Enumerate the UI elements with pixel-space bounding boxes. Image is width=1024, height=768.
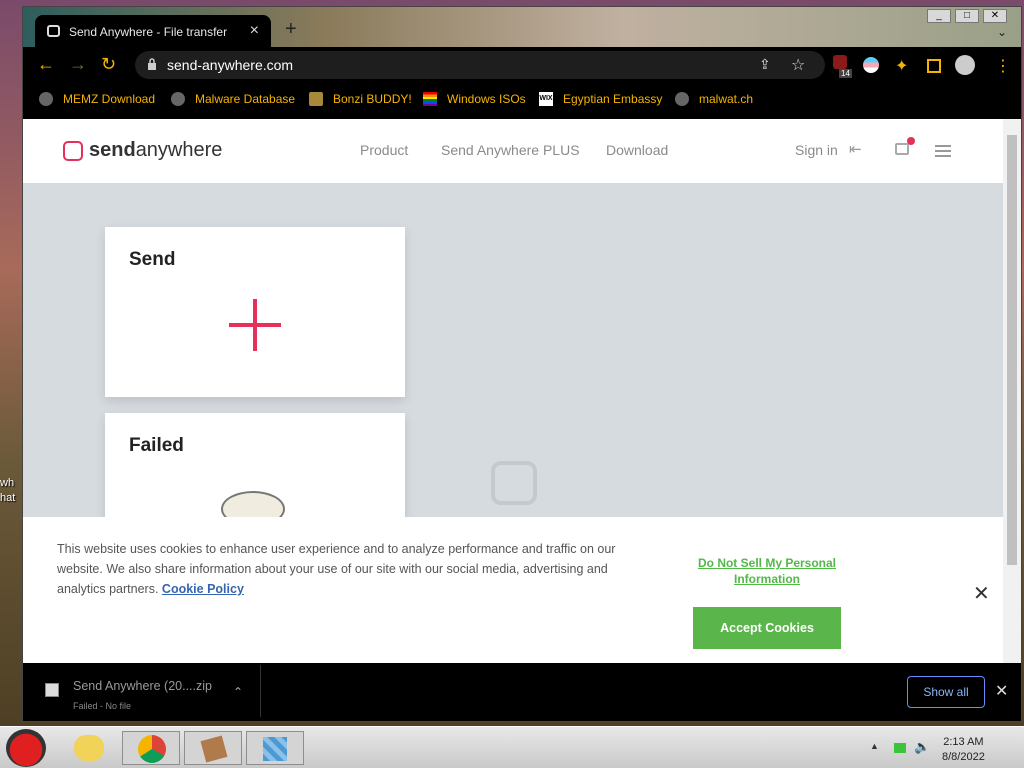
tab-favicon-icon (47, 25, 60, 37)
flag-extension-icon[interactable] (863, 57, 879, 73)
nav-download[interactable]: Download (606, 142, 668, 158)
globe-icon (39, 92, 53, 106)
bookmark-windows-isos[interactable]: Windows ISOs (447, 92, 526, 106)
file-explorer-icon[interactable] (74, 735, 104, 761)
extension-badge: 14 (839, 69, 852, 78)
clock-date: 8/8/2022 (942, 751, 985, 763)
taskbar-app-button[interactable] (184, 731, 242, 765)
sign-in-icon[interactable]: ⇤ (849, 140, 862, 158)
bookmark-memz[interactable]: MEMZ Download (63, 92, 155, 106)
rainbow-flag-icon (423, 92, 437, 106)
site-logo[interactable]: sendanywhere (89, 139, 222, 162)
send-anywhere-logo-icon[interactable] (63, 141, 83, 161)
start-button-angry-bird-icon[interactable] (6, 729, 46, 767)
taskbar: ▲ 🔈 2:13 AM 8/8/2022 (0, 726, 1024, 768)
tab-close-icon[interactable]: × (250, 22, 259, 40)
globe-icon (675, 92, 689, 106)
download-bar: Send Anywhere (20....zip Failed - No fil… (23, 663, 1021, 721)
bookmark-star-icon[interactable]: ☆ (791, 55, 805, 75)
bonzi-icon (309, 92, 323, 106)
bookmarks-bar: MEMZ Download Malware Database Bonzi BUD… (23, 83, 1021, 115)
bookmark-malwat-ch[interactable]: malwat.ch (699, 92, 753, 106)
logo-anywhere: anywhere (135, 139, 223, 161)
url-text: send-anywhere.com (167, 57, 294, 73)
profile-avatar-icon[interactable] (955, 55, 975, 75)
bookmark-bonzi-buddy[interactable]: Bonzi BUDDY! (333, 92, 412, 106)
clock-time: 2:13 AM (943, 736, 984, 748)
nav-product[interactable]: Product (360, 142, 408, 158)
lock-icon (148, 58, 156, 70)
download-filename: Send Anywhere (20....zip (73, 679, 212, 693)
hamburger-menu-icon[interactable] (935, 145, 951, 157)
download-status: Failed - No file (73, 701, 132, 711)
browser-menu-icon[interactable]: ⋮ (995, 56, 1011, 76)
cookie-text: This website uses cookies to enhance use… (57, 539, 657, 599)
new-tab-button[interactable]: + (285, 19, 297, 39)
nav-send-anywhere-plus[interactable]: Send Anywhere PLUS (441, 142, 580, 158)
wix-icon: WIX (539, 92, 553, 106)
address-bar[interactable]: send-anywhere.com ⇪ ☆ (135, 51, 825, 79)
back-icon[interactable]: ← (37, 55, 55, 73)
tray-expand-icon[interactable]: ▲ (870, 741, 879, 751)
notification-megaphone-icon[interactable] (895, 143, 909, 155)
download-item[interactable]: Send Anywhere (20....zip Failed - No fil… (27, 665, 261, 717)
bookmark-egyptian-embassy[interactable]: Egyptian Embassy (563, 92, 662, 106)
side-panel-icon[interactable] (927, 59, 941, 73)
clock[interactable]: 2:13 AM 8/8/2022 (942, 735, 985, 765)
app-icon (200, 735, 228, 763)
bookmark-malware-database[interactable]: Malware Database (195, 92, 295, 106)
desktop-icon-label: wh hat (0, 477, 16, 504)
sign-in-link[interactable]: Sign in (795, 142, 838, 158)
show-all-button[interactable]: Show all (907, 676, 985, 708)
reload-icon[interactable]: ↻ (101, 55, 116, 73)
taskbar-chrome-button[interactable] (122, 731, 180, 765)
browser-toolbar: ← → ↻ send-anywhere.com ⇪ ☆ 14 ✦ ⋮ (23, 47, 1021, 83)
ublock-extension-icon[interactable] (833, 55, 847, 69)
maximize-button[interactable]: □ (955, 9, 979, 23)
do-not-sell-link[interactable]: Do Not Sell My Personal Information (687, 555, 847, 587)
title-bar: Send Anywhere - File transfer × + _ □ ✕ … (23, 7, 1021, 47)
send-anywhere-watermark-icon (491, 461, 537, 505)
logo-send: send (89, 139, 136, 161)
cookie-banner: This website uses cookies to enhance use… (23, 517, 1003, 663)
web-page: sendanywhere Product Send Anywhere PLUS … (23, 119, 1003, 663)
accept-cookies-button[interactable]: Accept Cookies (693, 607, 841, 649)
network-icon[interactable] (894, 743, 906, 753)
tab-search-icon[interactable]: ⌄ (997, 25, 1007, 39)
cookie-policy-link[interactable]: Cookie Policy (162, 582, 244, 596)
send-card-title: Send (129, 249, 176, 270)
close-window-button[interactable]: ✕ (983, 9, 1007, 23)
taskbar-registry-button[interactable] (246, 731, 304, 765)
globe-icon (171, 92, 185, 106)
cookie-message: This website uses cookies to enhance use… (57, 542, 616, 596)
notification-dot (907, 137, 915, 145)
scrollbar-thumb[interactable] (1007, 135, 1017, 565)
send-card[interactable]: Send (105, 227, 405, 397)
volume-icon[interactable]: 🔈 (914, 739, 930, 755)
registry-icon (263, 737, 287, 761)
extensions-puzzle-icon[interactable]: ✦ (895, 56, 908, 76)
forward-icon[interactable]: → (69, 55, 87, 73)
chrome-icon (138, 735, 166, 763)
failed-card-title: Failed (129, 435, 184, 456)
zip-file-icon (45, 683, 59, 697)
cookie-close-icon[interactable]: ✕ (973, 581, 990, 606)
site-header: sendanywhere Product Send Anywhere PLUS … (23, 119, 1003, 183)
download-bar-close-icon[interactable]: ✕ (995, 681, 1008, 701)
share-icon[interactable]: ⇪ (759, 56, 771, 73)
browser-window: Send Anywhere - File transfer × + _ □ ✕ … (22, 6, 1022, 722)
tab-title: Send Anywhere - File transfer (69, 25, 228, 39)
page-scrollbar[interactable] (1003, 119, 1021, 663)
add-file-icon-bar[interactable] (229, 323, 281, 327)
tab-send-anywhere[interactable]: Send Anywhere - File transfer × (35, 15, 271, 47)
chevron-up-icon[interactable]: ⌃ (233, 685, 243, 699)
minimize-button[interactable]: _ (927, 9, 951, 23)
